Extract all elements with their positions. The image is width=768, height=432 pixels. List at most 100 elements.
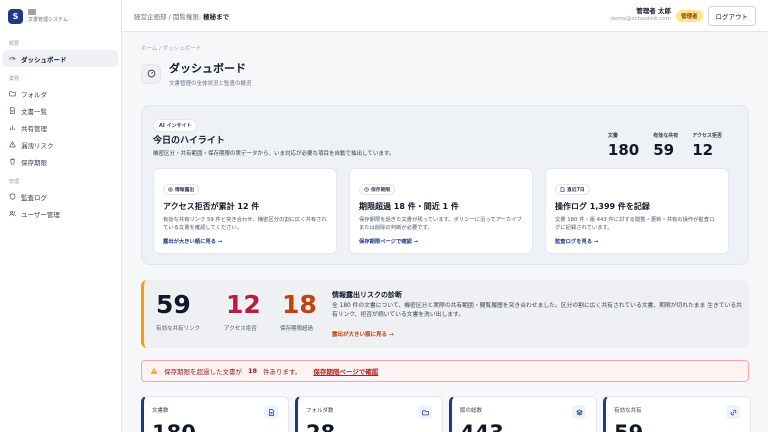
trash-icon — [10, 158, 15, 165]
insight-title: アクセス拒否が累計 12 件 — [163, 202, 260, 211]
sidebar-item-label: 保存期限 — [21, 158, 47, 167]
alert-prefix: 保存期限を超過した文書が — [164, 368, 242, 376]
brand-name: 文書管理システム — [28, 17, 68, 23]
metric-value: 443 — [460, 421, 504, 432]
metric-card-folders[interactable]: フォルダ数 28 — [295, 396, 443, 432]
insight-link[interactable]: 保存期限ページで確認 → — [359, 237, 418, 245]
insight-badge-label: 保存期限 — [371, 188, 391, 193]
sidebar-item-audit-log[interactable]: 監査ログ — [3, 188, 118, 205]
metric-card-documents[interactable]: 文書数 180 — [141, 396, 289, 432]
access-scope: 極秘まで — [203, 12, 230, 21]
alert-link[interactable]: 保存期限ページで確認 — [313, 366, 378, 376]
bar-chart-icon — [9, 125, 16, 131]
metric-cards: 文書数 180 フォルダ数 28 版の総数 443 有効な共有 59 — [141, 396, 751, 432]
top-header: 経営企画部 / 閲覧権限: 極秘まで 管理者 太郎 demo@schoolink… — [122, 0, 768, 32]
nav-section-overview: 概要 — [9, 41, 20, 47]
sidebar-item-label: 漏洩リスク — [21, 141, 54, 150]
metric-label: フォルダ数 — [306, 408, 334, 414]
role-badge: 管理者 — [675, 9, 703, 22]
brand-mark-icon — [28, 9, 36, 15]
user-email: demo@schoolink.com — [610, 16, 671, 23]
insight-description: 保存期限を過ぎた文書が残っています。ポリシーに沿ってアーカイブまたは削除の判断が… — [359, 217, 522, 232]
insight-title: 操作ログ 1,399 件を記録 — [555, 202, 650, 211]
clock-icon — [364, 187, 369, 192]
risk-title: 情報露出リスクの診断 — [332, 291, 402, 299]
sidebar-item-label: フォルダ — [21, 90, 47, 99]
insight-badge-label: 情報露出 — [175, 188, 195, 193]
sidebar-item-label: ユーザー管理 — [21, 210, 60, 219]
gauge-icon — [9, 56, 16, 61]
insight-badge: 保存期限 — [359, 184, 396, 195]
main-content: ホーム / ダッシュボード ダッシュボード 文書管理の全体状況と監査の概況 AI… — [141, 44, 751, 432]
metric-value: 59 — [614, 421, 643, 432]
insight-description: 有効な共有リンク 59 件と突き合わせ、機密区分の割に広く共有されている文書を確… — [163, 217, 327, 232]
sidebar-item-documents[interactable]: 文書一覧 — [3, 102, 118, 119]
highlight-panel: AI インサイト 今日のハイライト 機密区分・共有範囲・保存期限の実データから、… — [141, 105, 749, 265]
logout-button[interactable]: ログアウト — [707, 5, 756, 26]
warning-icon — [150, 367, 158, 374]
risk-label-retention: 保存期限超過 — [280, 326, 314, 332]
breadcrumb: ホーム / ダッシュボード — [141, 46, 202, 52]
stat-label: 文書 — [607, 133, 618, 139]
sidebar: S 文書管理システム 概要 ダッシュボード 業務 フォルダ 文書一覧 共有管理 … — [0, 0, 122, 432]
stat-label: 有効な共有 — [653, 133, 679, 139]
alert-suffix: 件あります。 — [263, 368, 302, 376]
folder-icon — [9, 91, 16, 97]
nav-section-business: 業務 — [9, 76, 20, 82]
highlight-stats: 文書 180 有効な共有 59 アクセス拒否 12 — [608, 132, 722, 159]
page-title: ダッシュボード — [169, 62, 246, 75]
risk-value-retention: 18 — [282, 290, 317, 319]
risk-label-shares: 有効な共有リンク — [156, 326, 201, 332]
risk-diagnosis-panel: 59 有効な共有リンク 12 アクセス拒否 18 保存期限超過 情報露出リスクの… — [141, 280, 749, 348]
metric-label: 版の総数 — [460, 408, 483, 414]
document-icon — [10, 107, 15, 114]
sidebar-item-folder[interactable]: フォルダ — [3, 85, 118, 102]
insight-link[interactable]: 露出が大きい順に見る → — [163, 237, 222, 245]
highlight-title: 今日のハイライト — [153, 136, 225, 146]
sidebar-item-label: 監査ログ — [21, 193, 47, 202]
stat-access-denied: アクセス拒否 12 — [692, 132, 722, 159]
eye-icon — [168, 187, 173, 192]
folder-icon — [418, 405, 432, 419]
insight-card-exposure: 情報露出 アクセス拒否が累計 12 件 有効な共有リンク 59 件と突き合わせ、… — [153, 168, 337, 254]
users-icon — [9, 211, 16, 217]
risk-description: 全 180 件の文書について、機密区分と実際の共有範囲・閲覧履歴を突き合わせまし… — [332, 303, 742, 319]
dashboard-title-icon — [141, 63, 161, 84]
alert-count: 18 — [248, 367, 258, 375]
risk-link[interactable]: 露出が大きい順に見る → — [332, 330, 394, 338]
warning-icon — [9, 141, 16, 148]
sidebar-item-sharing[interactable]: 共有管理 — [3, 119, 118, 136]
brand[interactable]: S 文書管理システム — [0, 0, 121, 32]
stat-value: 59 — [653, 141, 675, 159]
metric-card-shares[interactable]: 有効な共有 59 — [603, 396, 751, 432]
insight-title: 期限超過 18 件・間近 1 件 — [359, 202, 459, 211]
insight-card-retention: 保存期限 期限超過 18 件・間近 1 件 保存期限を過ぎた文書が残っています。… — [349, 168, 533, 254]
stat-documents: 文書 180 — [608, 132, 639, 159]
shield-icon — [9, 193, 16, 200]
user-info: 管理者 太郎 demo@schoolink.com — [610, 7, 671, 23]
sidebar-item-label: ダッシュボード — [21, 55, 67, 64]
risk-label-denied: アクセス拒否 — [224, 326, 257, 332]
nav-section-admin: 管理 — [9, 179, 20, 185]
retention-alert: 保存期限を超過した文書が 18 件あります。 保存期限ページで確認 — [141, 360, 749, 382]
brand-logo: S — [8, 8, 23, 24]
sidebar-item-leak-risk[interactable]: 漏洩リスク — [3, 136, 118, 153]
stat-active-shares: 有効な共有 59 — [653, 132, 678, 159]
metric-card-versions[interactable]: 版の総数 443 — [449, 396, 597, 432]
metric-label: 文書数 — [152, 408, 169, 414]
department-label: 経営企画部 / 閲覧権限: — [134, 12, 202, 21]
document-icon — [560, 187, 565, 192]
link-icon — [726, 405, 740, 419]
insight-description: 文書 180 件・版 443 件に対する閲覧・更新・共有の操作が監査ログに記録さ… — [555, 217, 715, 232]
insight-link[interactable]: 監査ログを見る → — [555, 237, 598, 245]
insight-badge: 情報露出 — [163, 184, 200, 195]
sidebar-item-retention[interactable]: 保存期限 — [3, 153, 118, 170]
risk-value-denied: 12 — [226, 290, 261, 319]
risk-value-shares: 59 — [156, 290, 191, 319]
sidebar-item-label: 文書一覧 — [21, 107, 47, 116]
stat-value: 12 — [692, 141, 714, 159]
ai-insight-badge: AI インサイト — [153, 119, 198, 132]
metric-value: 180 — [152, 421, 196, 432]
sidebar-item-dashboard[interactable]: ダッシュボード — [3, 50, 118, 67]
sidebar-item-users[interactable]: ユーザー管理 — [3, 205, 118, 222]
